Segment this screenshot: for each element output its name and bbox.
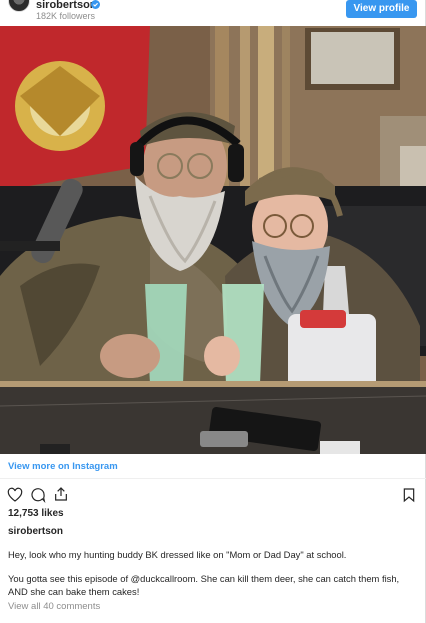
like-count[interactable]: 12,753 likes [8,508,64,519]
caption-username[interactable]: sirobertson [8,526,63,537]
comment-icon[interactable] [30,487,46,503]
view-all-comments-link[interactable]: View all 40 comments [8,601,100,612]
instagram-embed: sirobertson 182K followers View profile [0,0,426,623]
post-photo-image [0,26,426,454]
caption-text-line-3: AND she can bake them cakes! [8,586,140,597]
profile-username[interactable]: sirobertson [36,0,97,11]
divider [0,478,426,479]
avatar[interactable] [8,0,30,12]
follower-count: 182K followers [36,11,96,21]
post-header: sirobertson 182K followers View profile [0,0,426,22]
view-more-link[interactable]: View more on Instagram [8,461,118,472]
caption-text-line-1: Hey, look who my hunting buddy BK dresse… [8,549,347,560]
view-profile-button[interactable]: View profile [346,0,417,18]
share-icon[interactable] [53,486,69,502]
bookmark-icon[interactable] [401,487,417,503]
post-photo[interactable] [0,26,426,454]
caption-text-line-2: You gotta see this episode of @duckcallr… [8,573,400,584]
verified-badge-icon [91,0,100,9]
heart-icon[interactable] [7,487,23,503]
